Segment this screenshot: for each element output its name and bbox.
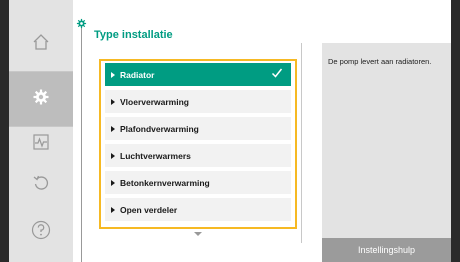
list-item-label: Plafondverwarming [120,123,199,134]
help-button[interactable]: Instellingshulp [322,238,451,262]
arrow-right-icon [111,71,115,78]
sidebar-item-home[interactable] [9,17,73,71]
device-frame-right [451,0,460,262]
arrow-right-icon [111,206,115,213]
list-item-radiator[interactable]: Radiator [105,63,291,86]
list-item-betonkernverwarming[interactable]: Betonkernverwarming [105,171,291,194]
info-panel: De pomp levert aan radiatoren. [322,43,451,262]
sidebar [9,0,73,262]
list-item-plafondverwarming[interactable]: Plafondverwarming [105,117,291,140]
list-item-label: Open verdeler [120,204,178,215]
arrow-right-icon [111,152,115,159]
arrow-right-icon [111,125,115,132]
scroll-track [301,43,302,243]
arrow-right-icon [111,179,115,186]
home-icon [32,33,50,56]
info-text: De pomp levert aan radiatoren. [328,57,432,66]
scroll-down-icon[interactable] [194,232,202,236]
installation-type-list: Radiator Vloerverwarming Plafondverwarmi… [99,59,297,229]
settings-breadcrumb-gear-icon [76,16,87,34]
sidebar-item-help[interactable] [9,205,73,259]
menu-path-line [81,22,82,262]
gear-icon [32,88,50,111]
list-item-vloerverwarming[interactable]: Vloerverwarming [105,90,291,113]
list-item-open-verdeler[interactable]: Open verdeler [105,198,291,221]
help-icon [31,220,51,245]
list-item-label: Betonkernverwarming [120,177,210,188]
device-frame-left [0,0,9,262]
checkmark-icon [271,67,283,82]
list-item-label: Vloerverwarming [120,96,189,107]
restore-icon [32,174,50,197]
arrow-right-icon [111,98,115,105]
list-item-label: Radiator [120,69,155,80]
diagnostics-icon [32,133,50,156]
sidebar-item-restore[interactable] [9,158,73,212]
page-title: Type installatie [94,29,173,41]
list-item-luchtverwarmers[interactable]: Luchtverwarmers [105,144,291,167]
list-item-label: Luchtverwarmers [120,150,191,161]
